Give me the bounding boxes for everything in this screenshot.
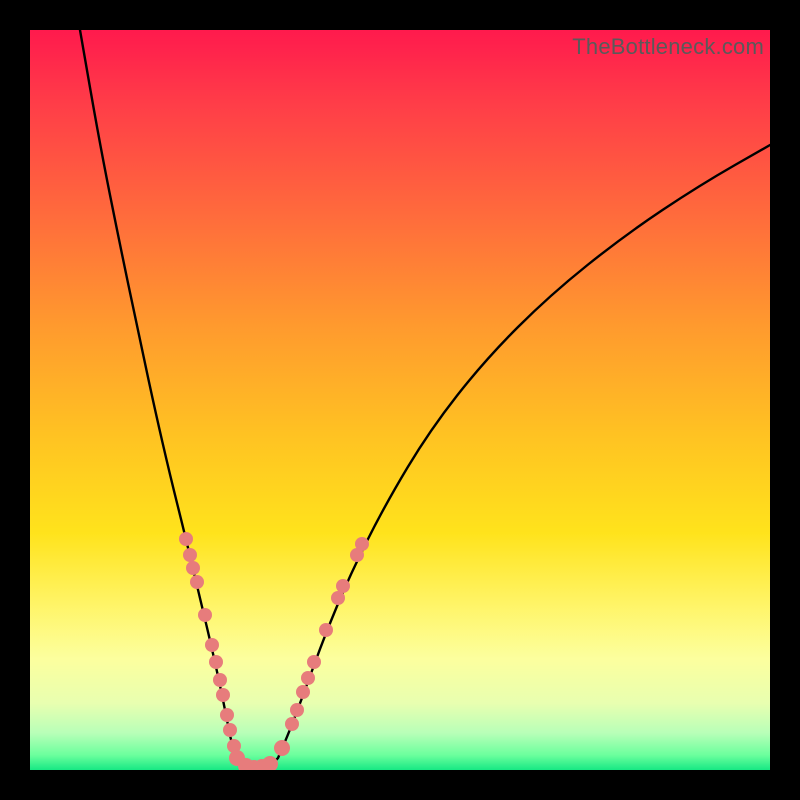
scatter-dot[interactable] <box>319 623 333 637</box>
scatter-dot[interactable] <box>220 708 234 722</box>
scatter-dot[interactable] <box>190 575 204 589</box>
scatter-dot[interactable] <box>223 723 237 737</box>
scatter-dot[interactable] <box>331 591 345 605</box>
scatter-dot[interactable] <box>262 756 278 770</box>
scatter-dot[interactable] <box>205 638 219 652</box>
scatter-dot[interactable] <box>186 561 200 575</box>
scatter-dot[interactable] <box>301 671 315 685</box>
scatter-dots-group <box>179 532 369 770</box>
scatter-dot[interactable] <box>209 655 223 669</box>
scatter-dot[interactable] <box>355 537 369 551</box>
scatter-dot[interactable] <box>179 532 193 546</box>
plot-area: TheBottleneck.com <box>30 30 770 770</box>
scatter-dot[interactable] <box>290 703 304 717</box>
scatter-dot[interactable] <box>274 740 290 756</box>
watermark-text: TheBottleneck.com <box>572 34 764 60</box>
scatter-dot[interactable] <box>213 673 227 687</box>
dots-svg <box>30 30 770 770</box>
chart-container: TheBottleneck.com <box>0 0 800 800</box>
scatter-dot[interactable] <box>198 608 212 622</box>
scatter-dot[interactable] <box>183 548 197 562</box>
scatter-dot[interactable] <box>336 579 350 593</box>
scatter-dot[interactable] <box>216 688 230 702</box>
scatter-dot[interactable] <box>296 685 310 699</box>
scatter-dot[interactable] <box>307 655 321 669</box>
scatter-dot[interactable] <box>285 717 299 731</box>
